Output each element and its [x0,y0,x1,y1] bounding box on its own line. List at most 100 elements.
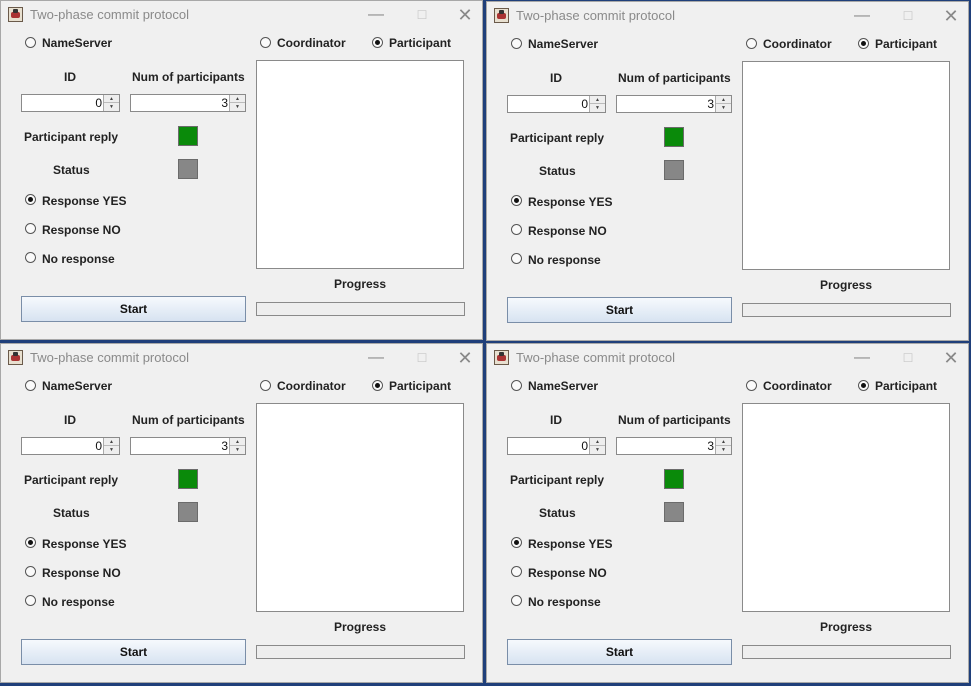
progress-bar [742,645,951,659]
log-text-area[interactable] [742,403,950,612]
no-response-radio[interactable] [511,595,522,606]
title-bar[interactable]: Two-phase commit protocol — ☐ ✕ [487,2,968,30]
nameserver-label[interactable]: NameServer [528,379,598,393]
num-participants-value: 3 [707,97,714,111]
title-bar[interactable]: Two-phase commit protocol — ☐ ✕ [1,1,482,29]
response-no-radio[interactable] [511,566,522,577]
response-yes-label[interactable]: Response YES [528,195,612,209]
no-response-radio[interactable] [511,253,522,264]
coordinator-label[interactable]: Coordinator [277,36,346,50]
maximize-icon[interactable]: ☐ [894,6,922,26]
spin-down-icon[interactable]: ▼ [716,104,731,112]
response-no-radio[interactable] [25,566,36,577]
title-bar[interactable]: Two-phase commit protocol — ☐ ✕ [487,344,968,372]
close-icon[interactable]: ✕ [451,348,479,368]
id-spinner[interactable]: 0 ▲ ▼ [507,95,606,113]
num-participants-value: 3 [221,96,228,110]
spin-up-icon[interactable]: ▲ [230,438,245,446]
maximize-icon[interactable]: ☐ [408,5,436,25]
spin-down-icon[interactable]: ▼ [716,446,731,454]
participant-radio[interactable] [372,380,383,391]
spin-down-icon[interactable]: ▼ [230,446,245,454]
response-yes-label[interactable]: Response YES [528,537,612,551]
nameserver-label[interactable]: NameServer [42,379,112,393]
maximize-icon[interactable]: ☐ [408,348,436,368]
start-button[interactable]: Start [507,639,732,665]
response-yes-label[interactable]: Response YES [42,194,126,208]
response-yes-radio[interactable] [25,537,36,548]
response-no-radio[interactable] [511,224,522,235]
num-participants-spinner[interactable]: 3 ▲ ▼ [130,437,246,455]
log-text-area[interactable] [742,61,950,270]
start-button[interactable]: Start [21,296,246,322]
no-response-label[interactable]: No response [42,595,115,609]
no-response-label[interactable]: No response [42,252,115,266]
response-no-radio[interactable] [25,223,36,234]
no-response-label[interactable]: No response [528,253,601,267]
nameserver-radio[interactable] [25,37,36,48]
nameserver-label[interactable]: NameServer [42,36,112,50]
participant-label[interactable]: Participant [389,36,451,50]
nameserver-radio[interactable] [511,380,522,391]
spin-down-icon[interactable]: ▼ [104,103,119,111]
participant-radio[interactable] [858,38,869,49]
spin-up-icon[interactable]: ▲ [104,95,119,103]
spin-up-icon[interactable]: ▲ [230,95,245,103]
spin-down-icon[interactable]: ▼ [104,446,119,454]
id-spinner[interactable]: 0 ▲ ▼ [507,437,606,455]
close-icon[interactable]: ✕ [451,5,479,25]
spin-up-icon[interactable]: ▲ [104,438,119,446]
start-button[interactable]: Start [21,639,246,665]
response-yes-radio[interactable] [25,194,36,205]
coordinator-label[interactable]: Coordinator [763,37,832,51]
participant-label[interactable]: Participant [875,379,937,393]
response-yes-radio[interactable] [511,195,522,206]
log-text-area[interactable] [256,403,464,612]
num-participants-spinner[interactable]: 3 ▲ ▼ [616,437,732,455]
nameserver-label[interactable]: NameServer [528,37,598,51]
minimize-icon[interactable]: — [362,348,390,368]
nameserver-radio[interactable] [25,380,36,391]
participant-label[interactable]: Participant [875,37,937,51]
nameserver-radio[interactable] [511,38,522,49]
close-icon[interactable]: ✕ [937,348,965,368]
participant-radio[interactable] [372,37,383,48]
response-no-label[interactable]: Response NO [528,566,607,580]
log-text-area[interactable] [256,60,464,269]
coordinator-label[interactable]: Coordinator [763,379,832,393]
response-no-label[interactable]: Response NO [528,224,607,238]
response-yes-radio[interactable] [511,537,522,548]
spin-down-icon[interactable]: ▼ [590,446,605,454]
id-spinner[interactable]: 0 ▲ ▼ [21,94,120,112]
spin-up-icon[interactable]: ▲ [590,96,605,104]
num-participants-spinner[interactable]: 3 ▲ ▼ [616,95,732,113]
minimize-icon[interactable]: — [848,348,876,368]
close-icon[interactable]: ✕ [937,6,965,26]
coordinator-label[interactable]: Coordinator [277,379,346,393]
spin-up-icon[interactable]: ▲ [590,438,605,446]
minimize-icon[interactable]: — [848,6,876,26]
num-participants-spinner[interactable]: 3 ▲ ▼ [130,94,246,112]
coordinator-radio[interactable] [260,380,271,391]
response-no-label[interactable]: Response NO [42,223,121,237]
spin-up-icon[interactable]: ▲ [716,96,731,104]
coordinator-radio[interactable] [260,37,271,48]
response-yes-label[interactable]: Response YES [42,537,126,551]
no-response-radio[interactable] [25,252,36,263]
coordinator-radio[interactable] [746,380,757,391]
start-button[interactable]: Start [507,297,732,323]
participant-radio[interactable] [858,380,869,391]
spin-down-icon[interactable]: ▼ [590,104,605,112]
spin-up-icon[interactable]: ▲ [716,438,731,446]
no-response-radio[interactable] [25,595,36,606]
id-spinner[interactable]: 0 ▲ ▼ [21,437,120,455]
maximize-icon[interactable]: ☐ [894,348,922,368]
title-bar[interactable]: Two-phase commit protocol — ☐ ✕ [1,344,482,372]
coordinator-radio[interactable] [746,38,757,49]
spin-down-icon[interactable]: ▼ [230,103,245,111]
progress-label: Progress [334,620,387,634]
participant-label[interactable]: Participant [389,379,451,393]
response-no-label[interactable]: Response NO [42,566,121,580]
no-response-label[interactable]: No response [528,595,601,609]
minimize-icon[interactable]: — [362,5,390,25]
